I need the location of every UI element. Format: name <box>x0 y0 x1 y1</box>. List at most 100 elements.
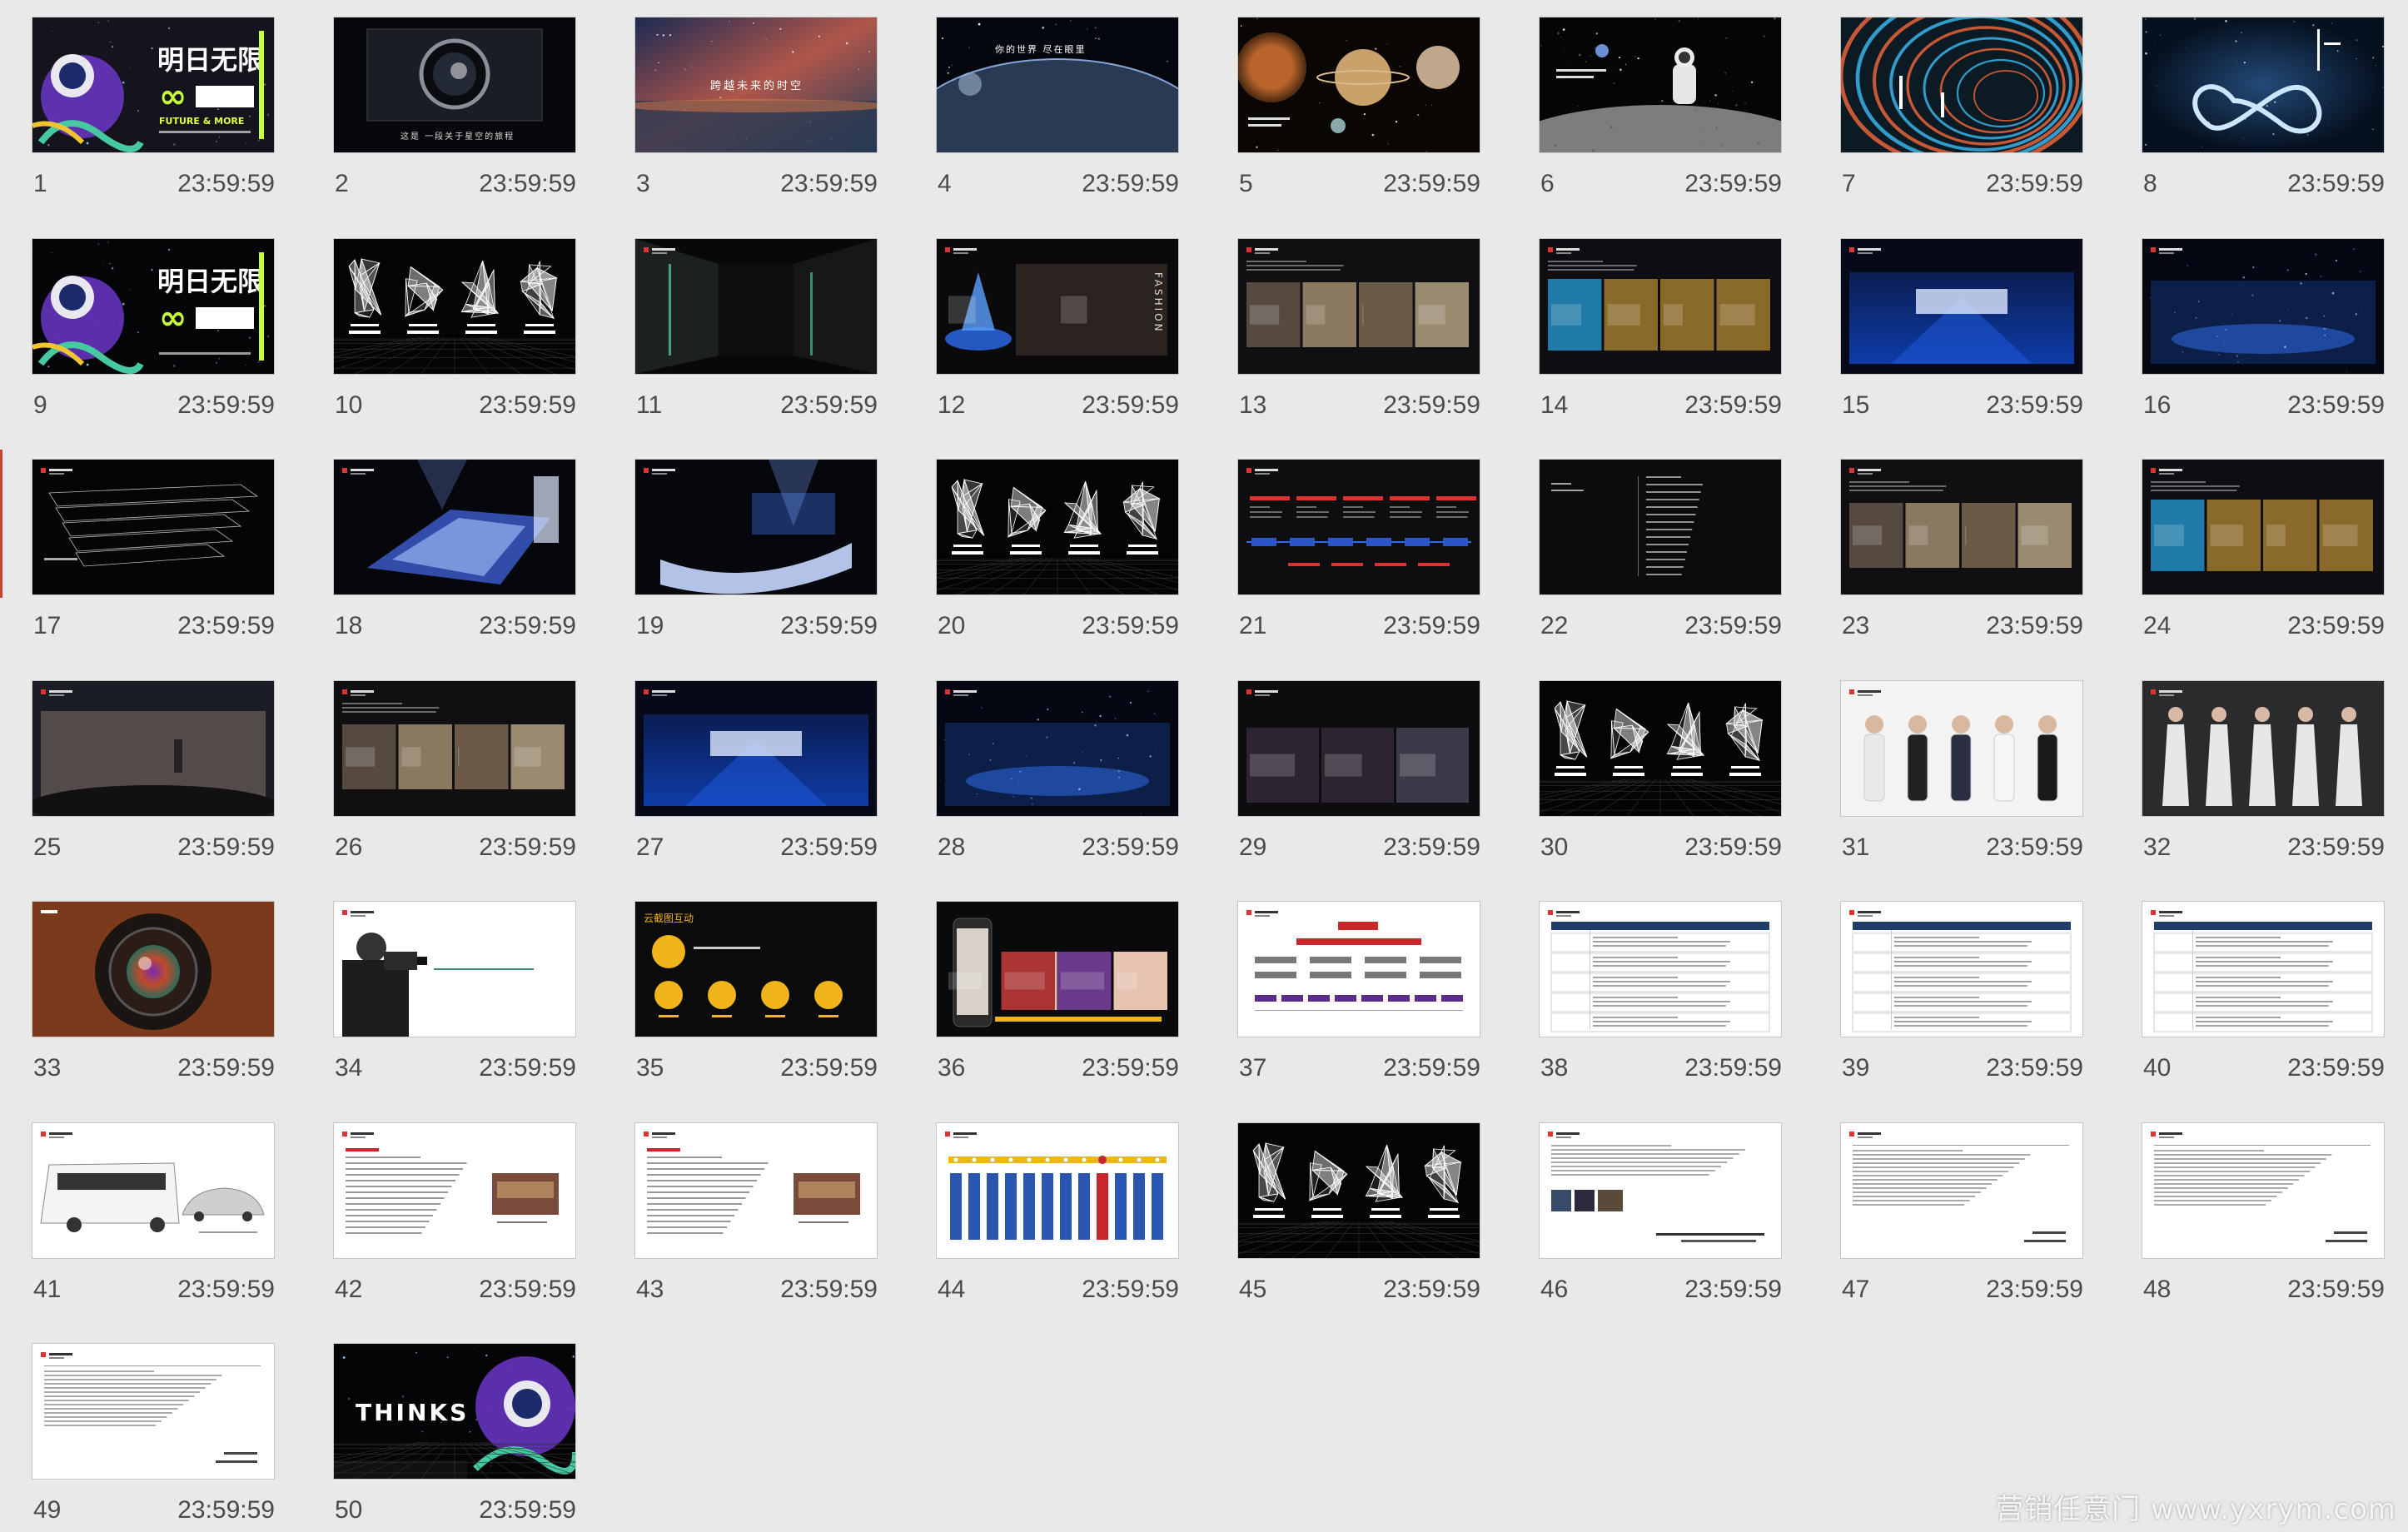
slide-thumbnail-33[interactable]: 33 23:59:59 <box>32 901 275 1086</box>
slide-thumbnail-11[interactable]: 11 23:59:59 <box>634 237 878 423</box>
slide-thumbnail-35[interactable]: 云截图互动 35 23:59:59 <box>634 901 878 1086</box>
slide-preview[interactable] <box>936 679 1179 817</box>
slide-thumbnail-14[interactable]: 14 23:59:59 <box>1539 237 1782 423</box>
slide-preview[interactable] <box>1840 237 2083 375</box>
slide-preview[interactable] <box>2142 459 2385 595</box>
slide-preview[interactable] <box>2142 679 2385 817</box>
slide-thumbnail-6[interactable]: 6 23:59:59 <box>1539 17 1782 201</box>
slide-preview[interactable] <box>1840 459 2083 595</box>
slide-thumbnail-22[interactable]: 22 23:59:59 <box>1539 459 1782 644</box>
slide-preview[interactable] <box>2142 1122 2385 1259</box>
slide-thumbnail-41[interactable]: 41 23:59:59 <box>32 1122 275 1307</box>
slide-preview[interactable] <box>1237 459 1480 595</box>
slide-preview[interactable] <box>1237 679 1480 817</box>
slide-thumbnail-15[interactable]: 15 23:59:59 <box>1840 237 2083 423</box>
slide-preview[interactable] <box>2142 237 2385 375</box>
slide-preview[interactable]: 云截图互动 <box>634 901 878 1037</box>
slide-thumbnail-45[interactable]: 45 23:59:59 <box>1237 1122 1480 1307</box>
slide-preview[interactable] <box>333 901 576 1037</box>
slide-preview[interactable] <box>1237 17 1480 153</box>
slide-thumbnail-23[interactable]: 23 23:59:59 <box>1840 459 2083 644</box>
slide-preview[interactable] <box>333 679 576 817</box>
slide-preview[interactable] <box>333 459 576 595</box>
slide-preview[interactable] <box>936 1122 1179 1259</box>
slide-preview[interactable] <box>32 679 275 817</box>
slide-thumbnail-3[interactable]: 跨越未来的时空 3 23:59:59 <box>634 17 878 201</box>
slide-thumbnail-8[interactable]: 8 23:59:59 <box>2142 17 2385 201</box>
slide-thumbnail-36[interactable]: 36 23:59:59 <box>936 901 1179 1086</box>
slide-thumbnail-9[interactable]: 明日无限 ∞ 9 23:59:59 <box>32 237 275 423</box>
slide-preview[interactable] <box>634 679 878 817</box>
slide-thumbnail-31[interactable]: 31 23:59:59 <box>1840 679 2083 865</box>
slide-preview[interactable]: 这是 一段关于星空的旅程 <box>333 17 576 153</box>
slide-thumbnail-17[interactable]: 17 23:59:59 <box>32 459 275 644</box>
slide-preview[interactable] <box>32 1122 275 1259</box>
slide-thumbnail-4[interactable]: 你的世界 尽在眼里 4 23:59:59 <box>936 17 1179 201</box>
slide-thumbnail-5[interactable]: 5 23:59:59 <box>1237 17 1480 201</box>
slide-preview[interactable]: 明日无限 ∞ <box>32 237 275 375</box>
slide-thumbnail-25[interactable]: 25 23:59:59 <box>32 679 275 865</box>
slide-thumbnail-1[interactable]: 明日无限 ∞ FUTURE & MORE 1 23:59:59 <box>32 17 275 201</box>
slide-preview[interactable] <box>1539 237 1782 375</box>
slide-preview[interactable] <box>2142 17 2385 153</box>
slide-thumbnail-28[interactable]: 28 23:59:59 <box>936 679 1179 865</box>
slide-preview[interactable] <box>936 459 1179 595</box>
slide-preview[interactable] <box>936 901 1179 1037</box>
slide-thumbnail-21[interactable]: 21 23:59:59 <box>1237 459 1480 644</box>
slide-preview[interactable] <box>1539 901 1782 1037</box>
slide-thumbnail-48[interactable]: 48 23:59:59 <box>2142 1122 2385 1307</box>
slide-thumbnail-49[interactable]: 49 23:59:59 <box>32 1343 275 1528</box>
slide-thumbnail-19[interactable]: 19 23:59:59 <box>634 459 878 644</box>
slide-preview[interactable]: 明日无限 ∞ FUTURE & MORE <box>32 17 275 153</box>
slide-preview[interactable] <box>1539 1122 1782 1259</box>
slide-thumbnail-30[interactable]: 30 23:59:59 <box>1539 679 1782 865</box>
slide-preview[interactable]: 跨越未来的时空 <box>634 17 878 153</box>
slide-thumbnail-18[interactable]: 18 23:59:59 <box>333 459 576 644</box>
slide-preview[interactable] <box>1840 1122 2083 1259</box>
slide-preview[interactable] <box>2142 901 2385 1037</box>
slide-preview[interactable]: THINKS <box>333 1343 576 1480</box>
slide-thumbnail-42[interactable]: 42 23:59:59 <box>333 1122 576 1307</box>
slide-thumbnail-24[interactable]: 24 23:59:59 <box>2142 459 2385 644</box>
slide-thumbnail-20[interactable]: 20 23:59:59 <box>936 459 1179 644</box>
slide-preview[interactable] <box>634 459 878 595</box>
slide-thumbnail-12[interactable]: FASHION 12 23:59:59 <box>936 237 1179 423</box>
slide-preview[interactable] <box>333 237 576 375</box>
slide-preview[interactable] <box>1237 1122 1480 1259</box>
slide-thumbnail-16[interactable]: 16 23:59:59 <box>2142 237 2385 423</box>
slide-preview[interactable] <box>1840 679 2083 817</box>
slide-thumbnail-40[interactable]: 40 23:59:59 <box>2142 901 2385 1086</box>
slide-preview[interactable] <box>634 237 878 375</box>
slide-thumbnail-37[interactable]: 37 23:59:59 <box>1237 901 1480 1086</box>
slide-preview[interactable] <box>32 901 275 1037</box>
slide-preview[interactable] <box>32 459 275 595</box>
slide-preview[interactable] <box>1840 901 2083 1037</box>
slide-thumbnail-34[interactable]: 34 23:59:59 <box>333 901 576 1086</box>
slide-thumbnail-32[interactable]: 32 23:59:59 <box>2142 679 2385 865</box>
slide-preview[interactable] <box>1539 679 1782 817</box>
slide-thumbnail-10[interactable]: 10 23:59:59 <box>333 237 576 423</box>
slide-preview[interactable] <box>1237 901 1480 1037</box>
slide-thumbnail-2[interactable]: 这是 一段关于星空的旅程 2 23:59:59 <box>333 17 576 201</box>
slide-thumbnail-7[interactable]: 7 23:59:59 <box>1840 17 2083 201</box>
slide-thumbnail-44[interactable]: 44 23:59:59 <box>936 1122 1179 1307</box>
slide-thumbnail-38[interactable]: 38 23:59:59 <box>1539 901 1782 1086</box>
slide-thumbnail-26[interactable]: 26 23:59:59 <box>333 679 576 865</box>
slide-thumbnail-39[interactable]: 39 23:59:59 <box>1840 901 2083 1086</box>
slide-thumbnail-27[interactable]: 27 23:59:59 <box>634 679 878 865</box>
slide-thumbnail-47[interactable]: 47 23:59:59 <box>1840 1122 2083 1307</box>
slide-preview[interactable]: 你的世界 尽在眼里 <box>936 17 1179 153</box>
slide-thumbnail-46[interactable]: 46 23:59:59 <box>1539 1122 1782 1307</box>
slide-thumbnail-13[interactable]: 13 23:59:59 <box>1237 237 1480 423</box>
slide-preview[interactable] <box>1237 237 1480 375</box>
slide-thumbnail-43[interactable]: 43 23:59:59 <box>634 1122 878 1307</box>
slide-preview[interactable] <box>1539 459 1782 595</box>
slide-preview[interactable] <box>634 1122 878 1259</box>
slide-thumbnail-50[interactable]: THINKS 50 23:59:59 <box>333 1343 576 1528</box>
slide-preview[interactable]: FASHION <box>936 237 1179 375</box>
slide-preview[interactable] <box>1840 17 2083 153</box>
slide-preview[interactable] <box>333 1122 576 1259</box>
slide-thumbnail-29[interactable]: 29 23:59:59 <box>1237 679 1480 865</box>
slide-preview[interactable] <box>32 1343 275 1480</box>
slide-preview[interactable] <box>1539 17 1782 153</box>
